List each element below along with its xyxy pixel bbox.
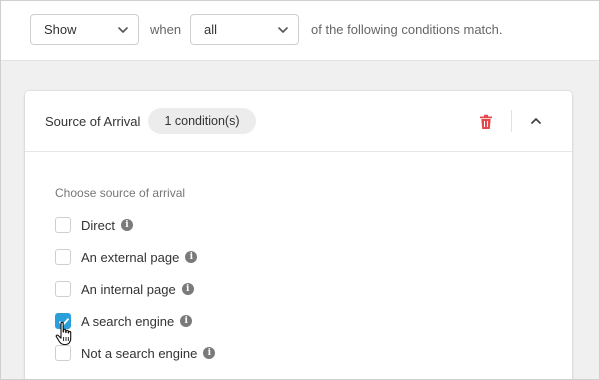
section-label: Choose source of arrival — [55, 186, 186, 200]
condition-count-badge: 1 condition(s) — [148, 108, 256, 134]
chevron-down-icon — [278, 27, 288, 33]
condition-bar: Show when all of the following condition… — [0, 0, 600, 61]
option-direct[interactable]: Direct i — [55, 216, 133, 234]
conditions-match-label: of the following conditions match. — [311, 22, 503, 37]
checkbox[interactable] — [55, 217, 71, 233]
hand-pointer-icon — [55, 321, 72, 346]
option-label: An external page — [81, 249, 180, 265]
chevron-up-icon[interactable] — [529, 114, 543, 128]
checkbox[interactable] — [55, 281, 71, 297]
action-select-value: Show — [44, 22, 77, 37]
option-external-page[interactable]: An external page i — [55, 248, 198, 266]
checkbox[interactable] — [55, 345, 71, 361]
trash-icon[interactable] — [479, 114, 493, 130]
option-label: Not a search engine — [81, 345, 198, 361]
action-select[interactable]: Show — [30, 14, 139, 45]
checkbox[interactable] — [55, 249, 71, 265]
when-label: when — [150, 22, 182, 37]
option-internal-page[interactable]: An internal page i — [55, 280, 194, 298]
option-label: An internal page — [81, 281, 176, 297]
card-header[interactable]: Source of Arrival 1 condition(s) — [25, 91, 572, 152]
info-icon[interactable]: i — [180, 315, 193, 327]
match-select[interactable]: all — [190, 14, 299, 45]
info-icon[interactable]: i — [181, 283, 194, 295]
card-title: Source of Arrival — [45, 114, 141, 129]
match-select-value: all — [204, 22, 218, 37]
chevron-down-icon — [118, 27, 128, 33]
source-of-arrival-card: Source of Arrival 1 condition(s) Choose … — [25, 91, 572, 380]
header-divider — [511, 110, 512, 132]
info-icon[interactable]: i — [203, 347, 216, 359]
info-icon[interactable]: i — [185, 251, 198, 263]
option-label: Direct — [81, 217, 115, 233]
option-not-search-engine[interactable]: Not a search engine i — [55, 344, 216, 362]
option-label: A search engine — [81, 313, 175, 329]
info-icon[interactable]: i — [120, 219, 133, 231]
